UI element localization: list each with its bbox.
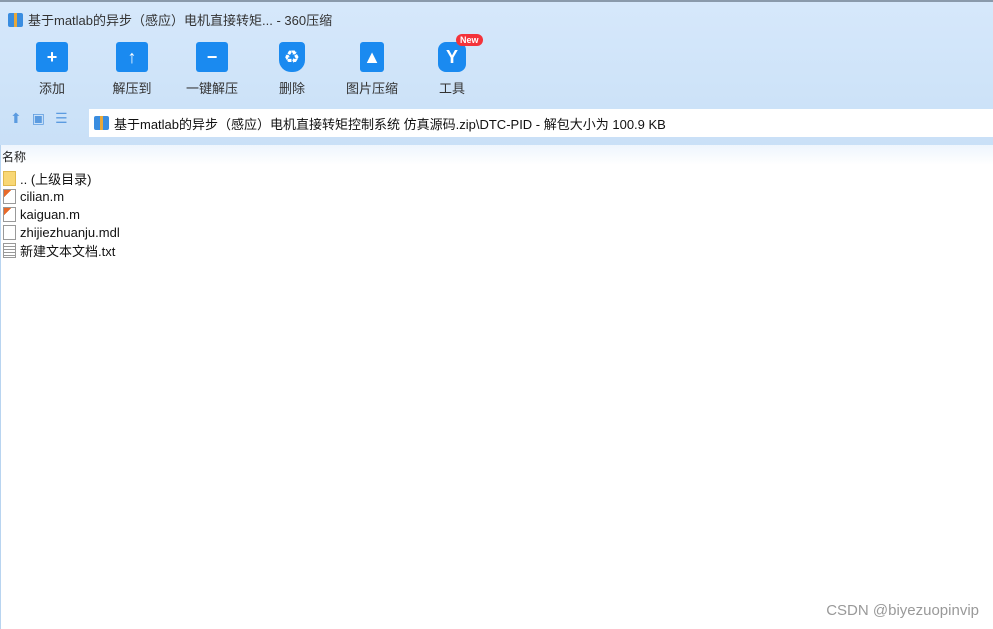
tools-icon: Y [438, 42, 466, 72]
title-text: 基于matlab的异步（感应）电机直接转矩... - 360压缩 [28, 13, 333, 28]
blank-file-icon [3, 224, 16, 240]
window-title: 基于matlab的异步（感应）电机直接转矩... - 360压缩 [8, 10, 332, 29]
list-view-icon[interactable]: ☰ [55, 110, 68, 127]
file-name: kaiguan.m [20, 206, 80, 222]
add-folder-icon: + [36, 42, 68, 72]
one-click-extract-icon: − [196, 42, 228, 72]
text-file-icon [3, 242, 16, 258]
add-button[interactable]: + 添加 [12, 40, 92, 97]
one-click-extract-label: 一键解压 [185, 81, 238, 96]
file-name: cilian.m [20, 188, 65, 204]
list-item[interactable]: cilian.m [3, 187, 120, 205]
file-list: .. (上级目录) cilian.m kaiguan.m zhijiezhuan… [3, 169, 120, 259]
extract-to-label: 解压到 [112, 81, 152, 96]
list-item[interactable]: 新建文本文档.txt [3, 241, 120, 259]
one-click-extract-button[interactable]: − 一键解压 [172, 40, 252, 97]
image-compress-label: 图片压缩 [345, 81, 398, 96]
image-compress-icon: ▲ [360, 42, 384, 72]
column-header-name[interactable]: 名称 [0, 145, 993, 165]
extract-to-icon: ↑ [116, 42, 148, 72]
toolbar-area: 基于matlab的异步（感应）电机直接转矩... - 360压缩 + 添加 ↑ 解压… [0, 0, 993, 145]
file-name: .. (上级目录) [20, 171, 92, 187]
folder-icon [3, 170, 16, 186]
tools-button[interactable]: Y 工具 [412, 40, 492, 97]
delete-label: 删除 [278, 81, 305, 96]
list-item[interactable]: .. (上级目录) [3, 169, 120, 187]
extract-to-button[interactable]: ↑ 解压到 [92, 40, 172, 97]
up-arrow-icon[interactable]: ⬆ [10, 110, 22, 127]
name-column-label: 名称 [2, 150, 27, 164]
watermark: CSDN @biyezuopinvip [826, 602, 979, 619]
new-badge: New [456, 34, 483, 46]
address-text: 基于matlab的异步（感应）电机直接转矩控制系统 仿真源码.zip\DTC-P… [114, 116, 666, 132]
add-label: 添加 [38, 81, 65, 96]
address-bar[interactable]: 基于matlab的异步（感应）电机直接转矩控制系统 仿真源码.zip\DTC-P… [89, 109, 993, 137]
image-compress-button[interactable]: ▲ 图片压缩 [332, 40, 412, 97]
tools-label: 工具 [438, 81, 465, 96]
list-item[interactable]: zhijiezhuanju.mdl [3, 223, 120, 241]
list-item[interactable]: kaiguan.m [3, 205, 120, 223]
file-name: zhijiezhuanju.mdl [20, 224, 120, 240]
archive-icon [8, 12, 23, 27]
file-name: 新建文本文档.txt [20, 243, 116, 259]
archive-icon [94, 116, 109, 130]
thumbnail-view-icon[interactable]: ▣ [32, 110, 45, 127]
delete-button[interactable]: ♻ 删除 [252, 40, 332, 97]
matlab-file-icon [3, 188, 16, 204]
matlab-file-icon [3, 206, 16, 222]
recycle-bin-icon: ♻ [279, 42, 305, 72]
